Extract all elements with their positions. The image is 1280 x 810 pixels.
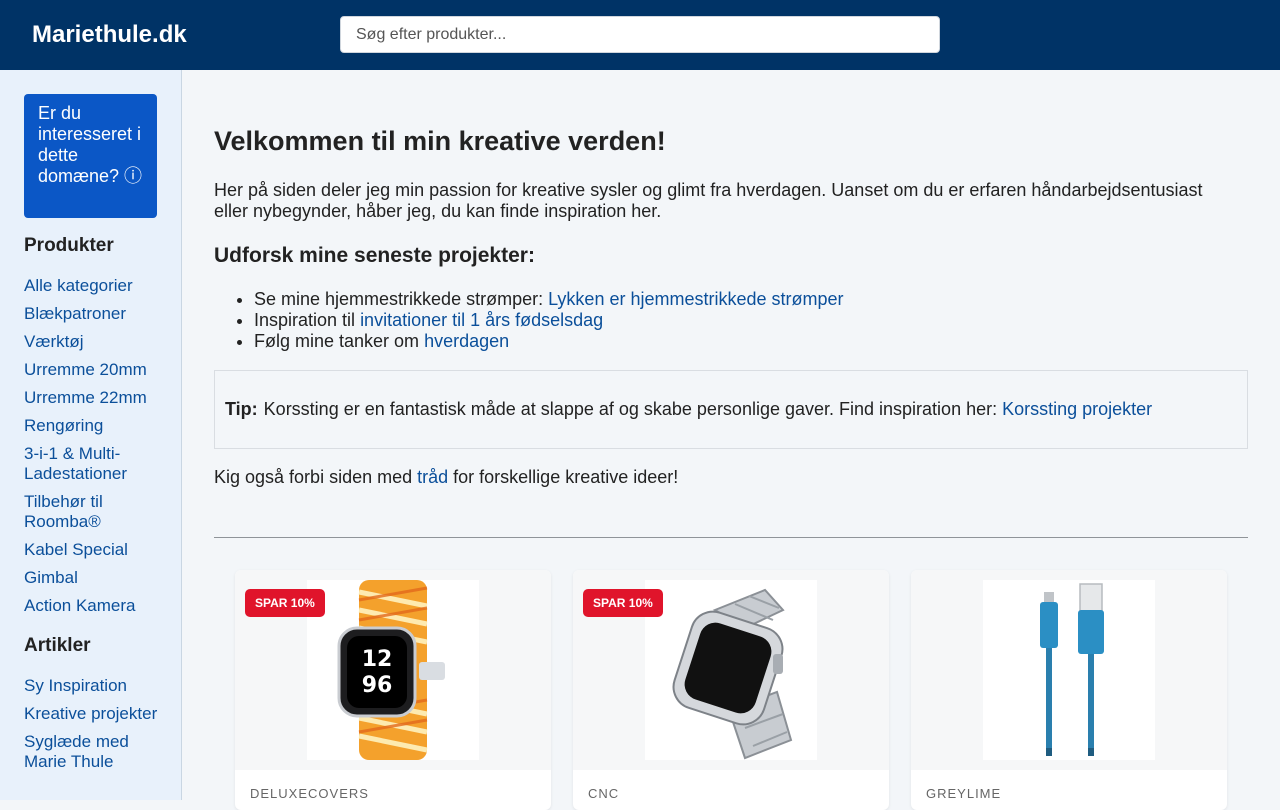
product-brand: DELUXECOVERS: [250, 786, 369, 801]
sidebar-item-sy-inspiration: Sy Inspiration: [24, 676, 164, 696]
sidebar-link[interactable]: Rengøring: [24, 416, 103, 435]
product-brand: CNC: [588, 786, 620, 801]
projects-list: Se mine hjemmestrikkede strømper: Lykken…: [254, 289, 844, 352]
search-input[interactable]: [340, 16, 940, 53]
project-link-stroemper[interactable]: Lykken er hjemmestrikkede strømper: [548, 289, 843, 309]
list-item: Følg mine tanker om hverdagen: [254, 331, 844, 352]
articles-list: Sy Inspiration Kreative projekter Syglæd…: [24, 676, 164, 780]
discount-badge: SPAR 10%: [583, 589, 663, 617]
page-title: Velkommen til min kreative verden!: [214, 126, 666, 156]
sidebar-link[interactable]: Værktøj: [24, 332, 84, 351]
sidebar-link[interactable]: Action Kamera: [24, 596, 136, 615]
visit-text: Kig også forbi siden med tråd for forske…: [214, 467, 679, 487]
product-brand: GREYLIME: [926, 786, 1002, 801]
traad-link[interactable]: tråd: [417, 467, 448, 487]
sidebar-item-action-kamera: Action Kamera: [24, 596, 164, 616]
sidebar-item-gimbal: Gimbal: [24, 568, 164, 588]
tip-text: Korssting er en fantastisk måde at slapp…: [263, 399, 998, 419]
products-heading: Produkter: [24, 235, 114, 256]
sidebar-link[interactable]: Syglæde med Marie Thule: [24, 732, 129, 771]
list-item: Se mine hjemmestrikkede strømper: Lykken…: [254, 289, 844, 310]
discount-badge: SPAR 10%: [245, 589, 325, 617]
sidebar-item-urremme-22mm: Urremme 22mm: [24, 388, 164, 408]
sidebar-link[interactable]: Gimbal: [24, 568, 78, 587]
products-list: Alle kategorier Blækpatroner Værktøj Urr…: [24, 276, 164, 624]
header-bar: Mariethule.dk: [0, 0, 1280, 70]
product-image[interactable]: SPAR 10%: [583, 580, 817, 760]
tip-box: Tip: Korssting er en fantastisk måde at …: [214, 370, 1248, 449]
usb-cable-image: [1040, 583, 1104, 756]
tip-label: Tip:: [225, 399, 258, 419]
sidebar-item-vaerktoj: Værktøj: [24, 332, 164, 352]
sidebar-link[interactable]: 3-i-1 & Multi-Ladestationer: [24, 444, 127, 483]
sidebar-item-alle-kategorier: Alle kategorier: [24, 276, 164, 296]
product-card[interactable]: SPAR 10% CNC: [573, 570, 889, 810]
project-link-invitationer[interactable]: invitationer til 1 års fødselsdag: [360, 310, 603, 330]
sidebar-link[interactable]: Blækpatroner: [24, 304, 126, 323]
sidebar-link[interactable]: Alle kategorier: [24, 276, 133, 295]
sidebar-item-roomba: Tilbehør til Roomba®: [24, 492, 164, 532]
product-card[interactable]: GREYLIME: [911, 570, 1227, 810]
sidebar: Er du interesseret i dette domæne? ⓘ Pro…: [0, 70, 182, 800]
site-logo[interactable]: Mariethule.dk: [32, 20, 187, 50]
svg-text:96: 96: [362, 673, 393, 698]
articles-heading: Artikler: [24, 635, 91, 656]
sidebar-link[interactable]: Sy Inspiration: [24, 676, 127, 695]
sidebar-item-kreative-projekter: Kreative projekter: [24, 704, 164, 724]
sidebar-link[interactable]: Kabel Special: [24, 540, 128, 559]
sidebar-item-ladestationer: 3-i-1 & Multi-Ladestationer: [24, 444, 164, 484]
domain-interest-button[interactable]: Er du interesseret i dette domæne? ⓘ: [24, 94, 157, 218]
sidebar-item-syglaede: Syglæde med Marie Thule: [24, 732, 164, 772]
product-image[interactable]: 12 96 SPAR 10%: [245, 580, 479, 760]
divider: [214, 537, 1248, 538]
steel-watch-band-image: [672, 588, 793, 760]
svg-text:12: 12: [362, 647, 393, 672]
projects-heading: Udforsk mine seneste projekter:: [214, 244, 535, 267]
sidebar-link[interactable]: Urremme 22mm: [24, 388, 147, 407]
sidebar-item-rengoring: Rengøring: [24, 416, 164, 436]
product-image[interactable]: [983, 580, 1155, 760]
project-link-hverdagen[interactable]: hverdagen: [424, 331, 509, 351]
sidebar-link[interactable]: Tilbehør til Roomba®: [24, 492, 103, 531]
braided-watch-band-image: 12 96: [337, 580, 445, 760]
sidebar-link[interactable]: Urremme 20mm: [24, 360, 147, 379]
sidebar-link[interactable]: Kreative projekter: [24, 704, 157, 723]
sidebar-item-urremme-20mm: Urremme 20mm: [24, 360, 164, 380]
tip-link[interactable]: Korssting projekter: [1002, 399, 1152, 420]
product-card[interactable]: 12 96 SPAR 10% DELUXECOVERS: [235, 570, 551, 810]
sidebar-item-kabel-special: Kabel Special: [24, 540, 164, 560]
list-item: Inspiration til invitationer til 1 års f…: [254, 310, 844, 331]
sidebar-item-blaekpatroner: Blækpatroner: [24, 304, 164, 324]
intro-text: Her på siden deler jeg min passion for k…: [214, 180, 1203, 221]
